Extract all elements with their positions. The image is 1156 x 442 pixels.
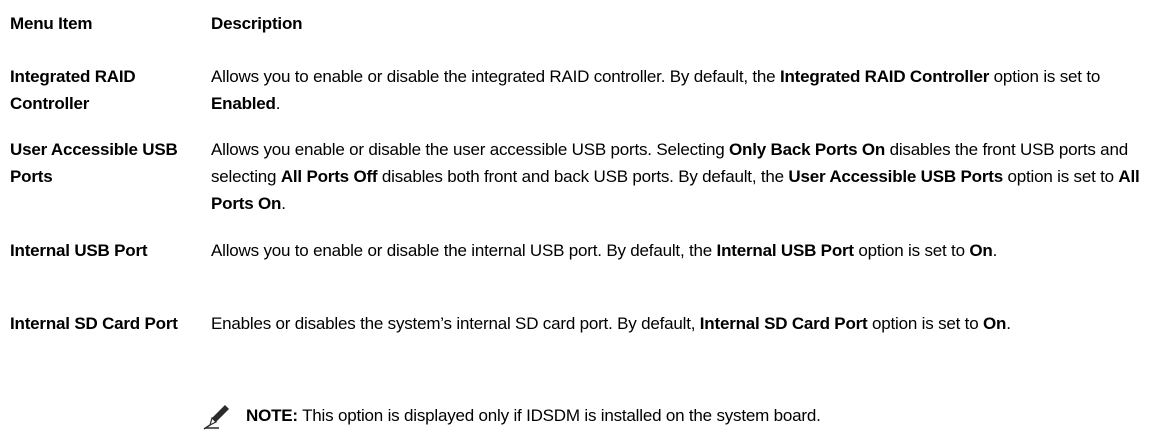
- description-text: option is set to: [853, 241, 970, 260]
- note-label: NOTE:: [246, 406, 298, 425]
- table-row: Internal USB Port Allows you to enable o…: [10, 237, 1150, 293]
- document-page: Menu Item Description Integrated RAID Co…: [0, 0, 1156, 442]
- bold-term: On: [982, 314, 1007, 333]
- header-menu-item: Menu Item: [10, 14, 93, 33]
- description-text: .: [992, 241, 998, 260]
- header-divider: [10, 48, 1150, 49]
- description-text: .: [275, 94, 281, 113]
- description-text: option is set to: [1002, 167, 1119, 186]
- description-text: .: [1006, 314, 1011, 333]
- description-text: Allows you to enable or disable the inte…: [211, 67, 780, 86]
- bold-term: On: [969, 241, 993, 260]
- bold-term: Enabled: [211, 94, 276, 113]
- description-text: Allows you enable or disable the user ac…: [211, 140, 730, 159]
- description-text: Allows you to enable or disable the inte…: [211, 241, 717, 260]
- bold-term: Integrated RAID Controller: [779, 67, 990, 86]
- note-text: This option is displayed only if IDSDM i…: [297, 406, 821, 425]
- note-callout: NOTE: This option is displayed only if I…: [201, 401, 1136, 431]
- menu-item-name: Integrated RAID Controller: [10, 67, 136, 113]
- bold-term: Internal SD Card Port: [699, 314, 868, 333]
- menu-item-name: User Accessible USB Ports: [10, 140, 178, 186]
- bold-term: Only Back Ports On: [729, 140, 886, 159]
- menu-item-description: Allows you to enable or disable the inte…: [211, 237, 1146, 264]
- table-header: Menu Item Description: [10, 14, 1150, 42]
- description-text: option is set to: [867, 314, 983, 333]
- bold-term: User Accessible USB Ports: [788, 167, 1003, 186]
- menu-item-description: Allows you enable or disable the user ac…: [211, 136, 1146, 217]
- table-row: User Accessible USB Ports Allows you ena…: [10, 136, 1150, 220]
- menu-item-name: Internal SD Card Port: [10, 314, 178, 333]
- menu-item-description: Allows you to enable or disable the inte…: [211, 63, 1146, 117]
- description-text: disables both front and back USB ports. …: [377, 167, 789, 186]
- bold-term: All Ports Off: [280, 167, 378, 186]
- table-row: Internal SD Card Port Enables or disable…: [10, 310, 1150, 366]
- table-row: Integrated RAID Controller Allows you to…: [10, 63, 1150, 119]
- bold-term: Internal USB Port: [716, 241, 855, 260]
- description-text: Enables or disables the system’s interna…: [211, 314, 700, 333]
- description-text: option is set to: [989, 67, 1101, 86]
- menu-item-description: Enables or disables the system’s interna…: [211, 310, 1146, 337]
- note-text-line: NOTE: This option is displayed only if I…: [246, 405, 821, 427]
- description-text: .: [281, 194, 286, 213]
- header-description: Description: [211, 14, 303, 33]
- pencil-note-icon: [201, 401, 231, 431]
- menu-item-name: Internal USB Port: [10, 241, 148, 260]
